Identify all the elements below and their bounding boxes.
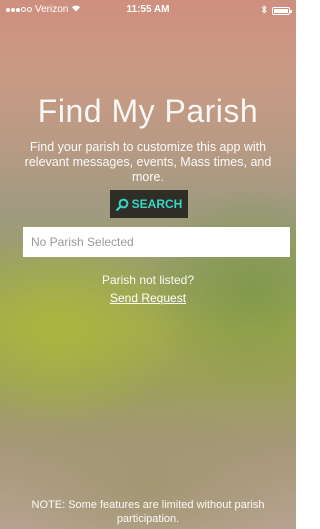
send-request-container: Send Request (0, 291, 296, 305)
search-button[interactable]: SEARCH (110, 190, 188, 218)
page-title: Find My Parish (37, 93, 259, 130)
page-description: Find your parish to customize this app w… (24, 139, 272, 184)
search-button-label: SEARCH (131, 197, 183, 211)
find-parish-screen: Verizon 11:55 AM Find My Parish Find you… (0, 0, 296, 529)
parish-field[interactable] (23, 227, 290, 257)
status-time: 11:55 AM (126, 4, 170, 15)
search-icon (115, 198, 129, 211)
limited-features-note: NOTE: Some features are limited without … (31, 499, 265, 525)
bluetooth-icon (261, 4, 267, 17)
battery-icon (272, 7, 292, 15)
status-bar: Verizon 11:55 AM (0, 0, 296, 20)
status-right-group (261, 4, 292, 17)
send-request-link[interactable]: Send Request (110, 291, 186, 305)
parish-not-listed-text: Parish not listed? (101, 273, 195, 287)
